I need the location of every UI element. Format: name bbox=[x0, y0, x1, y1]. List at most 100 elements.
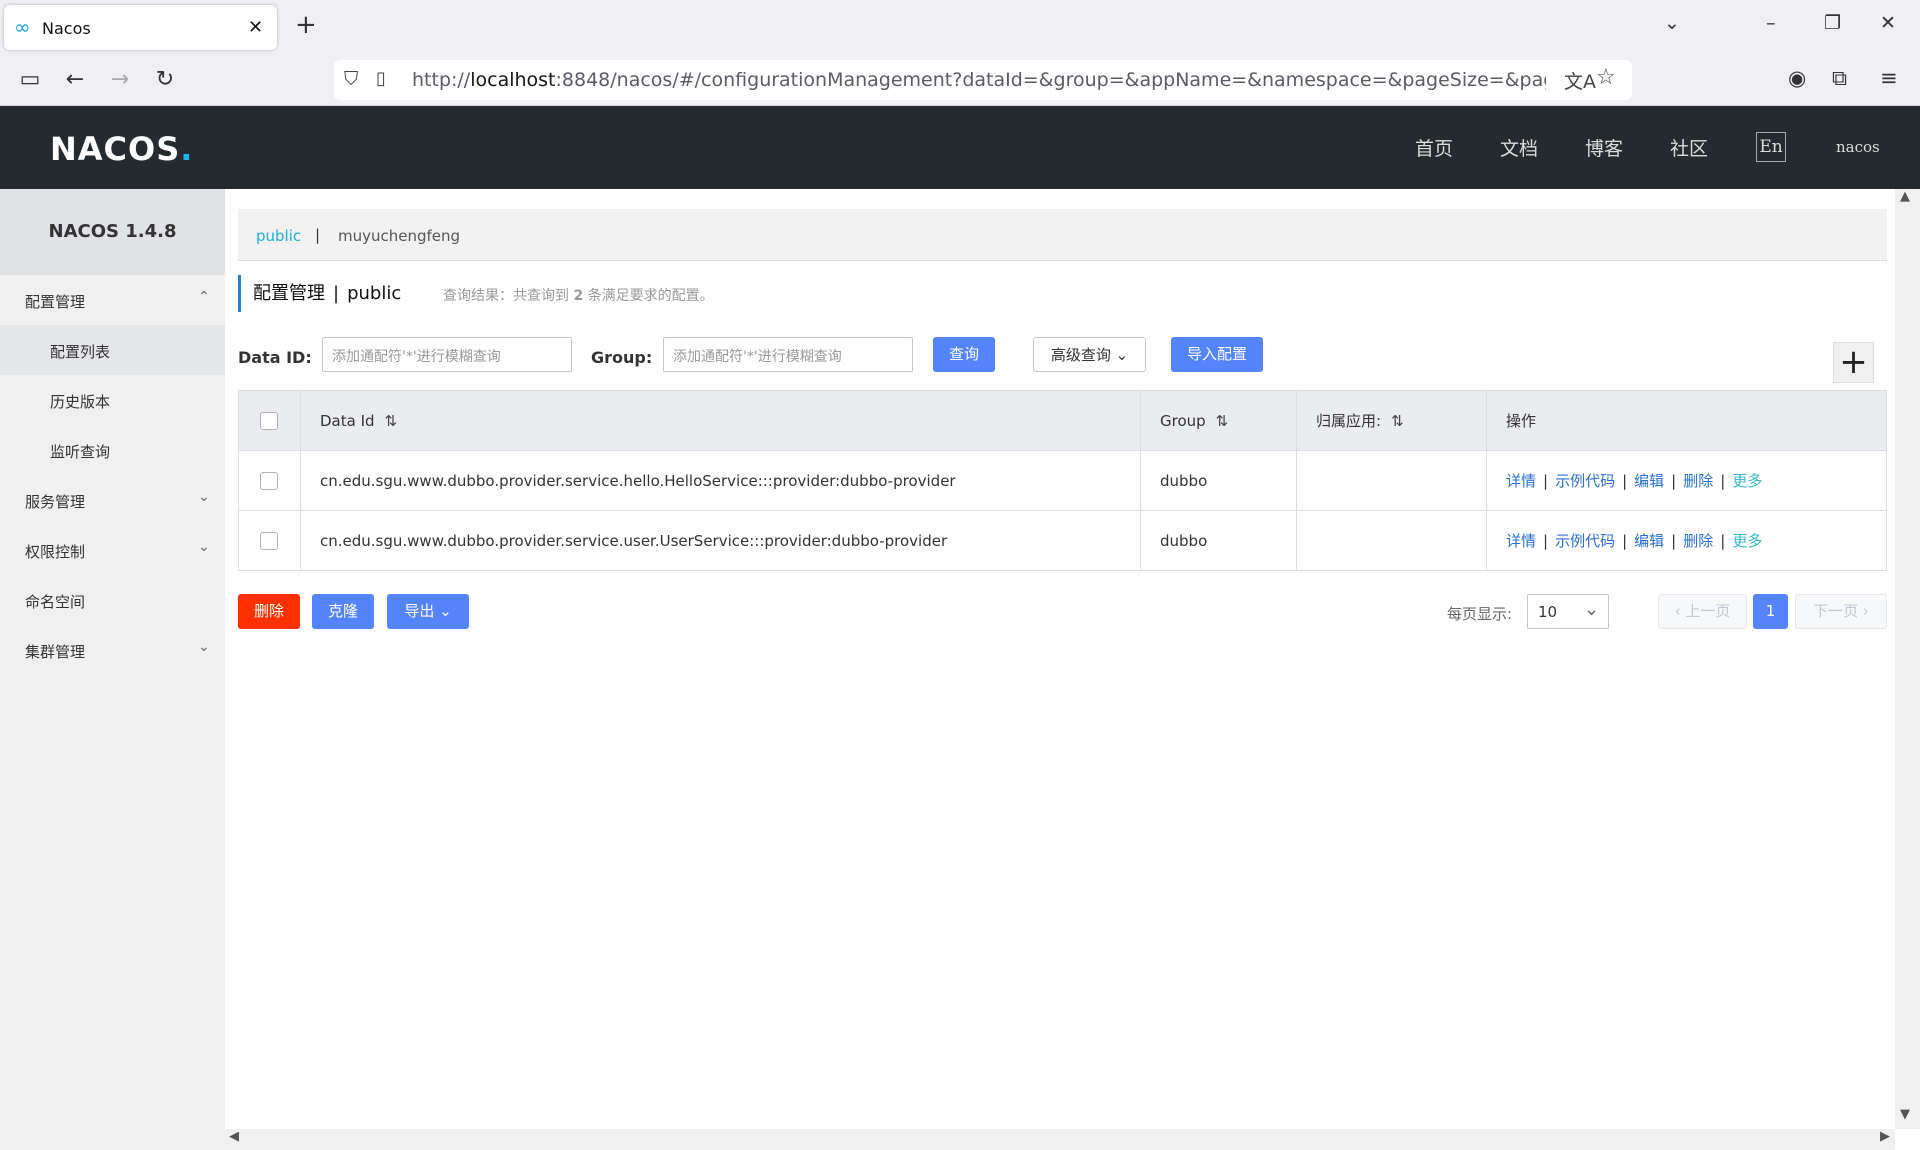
row-checkbox[interactable] bbox=[260, 531, 278, 550]
reload-icon[interactable]: ↻ bbox=[151, 66, 179, 94]
add-config-button[interactable]: + bbox=[1833, 342, 1874, 383]
scroll-down-icon[interactable]: ▼ bbox=[1900, 1107, 1910, 1122]
edit-link[interactable]: 编辑 bbox=[1634, 532, 1664, 550]
header-data-id[interactable]: Data Id ⇅ bbox=[300, 390, 1141, 451]
sidebar-item-history[interactable]: 历史版本 bbox=[0, 375, 225, 425]
restore-icon[interactable]: ❐ bbox=[1824, 12, 1841, 34]
more-link[interactable]: 更多 bbox=[1732, 472, 1762, 490]
url-text[interactable]: http://localhost:8848/nacos/#/configurat… bbox=[412, 69, 1546, 91]
tab-strip: ∞ Nacos ✕ + ⌄ – ❐ ✕ bbox=[0, 0, 1920, 54]
bookmark-star-icon[interactable]: ☆ bbox=[1596, 65, 1616, 90]
sample-code-link[interactable]: 示例代码 bbox=[1555, 472, 1615, 490]
data-id-cell: cn.edu.sgu.www.dubbo.provider.service.he… bbox=[300, 450, 1141, 511]
menu-icon[interactable]: ≡ bbox=[1880, 66, 1898, 90]
scroll-left-icon[interactable]: ◀ bbox=[229, 1129, 239, 1144]
header-group-label: Group bbox=[1160, 411, 1206, 430]
language-toggle-button[interactable]: En bbox=[1756, 132, 1786, 162]
sidebar-version-title: NACOS 1.4.8 bbox=[0, 189, 225, 275]
namespace-public[interactable]: public bbox=[256, 227, 301, 245]
bulk-export-button[interactable]: 导出 ⌄ bbox=[387, 594, 469, 629]
dataid-input[interactable]: 添加通配符'*'进行模糊查询 bbox=[322, 337, 572, 372]
query-result-suffix: 条满足要求的配置。 bbox=[587, 288, 714, 304]
sidebar-item-service-management[interactable]: 服务管理 ⌄ bbox=[0, 475, 225, 525]
sample-code-link[interactable]: 示例代码 bbox=[1555, 532, 1615, 550]
sidebar-item-access-control[interactable]: 权限控制 ⌄ bbox=[0, 525, 225, 575]
next-page-button[interactable]: 下一页 › bbox=[1795, 594, 1887, 629]
sidebar-item-namespace[interactable]: 命名空间 bbox=[0, 575, 225, 625]
operations-cell: 详情 | 示例代码 | 编辑 | 删除 | 更多 bbox=[1486, 450, 1887, 511]
row-checkbox[interactable] bbox=[260, 471, 278, 490]
sidebar-item-config-management[interactable]: 配置管理 ⌃ bbox=[0, 275, 225, 325]
new-tab-button[interactable]: + bbox=[295, 12, 317, 38]
import-config-button[interactable]: 导入配置 bbox=[1171, 337, 1263, 372]
tab-nacos[interactable]: ∞ Nacos ✕ bbox=[4, 5, 277, 50]
sidebar-item-listener-query[interactable]: 监听查询 bbox=[0, 425, 225, 475]
page-size-select[interactable]: 10 ⌄ bbox=[1527, 594, 1609, 629]
nav-home[interactable]: 首页 bbox=[1415, 134, 1453, 161]
detail-link[interactable]: 详情 bbox=[1506, 472, 1536, 490]
sort-icon[interactable]: ⇅ bbox=[1391, 412, 1404, 430]
extensions-icon[interactable]: ⧉ bbox=[1832, 66, 1847, 91]
header-group[interactable]: Group ⇅ bbox=[1140, 390, 1297, 451]
prev-page-button[interactable]: ‹ 上一页 bbox=[1658, 594, 1747, 629]
chevron-left-icon: ‹ bbox=[1674, 602, 1681, 620]
nacos-logo[interactable]: NACOS. bbox=[50, 130, 193, 168]
vertical-scrollbar[interactable]: ▲ ▼ bbox=[1895, 189, 1920, 1129]
select-all-checkbox[interactable] bbox=[260, 411, 278, 430]
translate-icon[interactable]: 文A bbox=[1564, 67, 1596, 94]
page-number-button[interactable]: 1 bbox=[1753, 594, 1788, 629]
nav-docs[interactable]: 文档 bbox=[1500, 134, 1538, 161]
nav-community[interactable]: 社区 bbox=[1670, 134, 1708, 161]
advanced-query-button[interactable]: 高级查询 ⌄ bbox=[1033, 337, 1146, 372]
query-button[interactable]: 查询 bbox=[933, 337, 995, 372]
dataid-label: Data ID: bbox=[238, 348, 312, 367]
more-link[interactable]: 更多 bbox=[1732, 532, 1762, 550]
account-icon[interactable]: ◉ bbox=[1788, 66, 1806, 90]
header-app-label: 归属应用: bbox=[1316, 412, 1382, 430]
horizontal-scrollbar[interactable]: ◀ ▶ bbox=[225, 1129, 1895, 1150]
nav-blog[interactable]: 博客 bbox=[1585, 134, 1623, 161]
action-separator: | bbox=[1543, 532, 1549, 550]
page-title: 配置管理 | public 查询结果：共查询到 2 条满足要求的配置。 bbox=[238, 275, 714, 312]
sort-icon[interactable]: ⇅ bbox=[1216, 412, 1229, 430]
delete-link[interactable]: 删除 bbox=[1683, 532, 1713, 550]
minimize-icon[interactable]: – bbox=[1766, 12, 1776, 34]
back-icon[interactable]: ← bbox=[61, 66, 89, 94]
close-window-icon[interactable]: ✕ bbox=[1880, 12, 1896, 34]
bulk-clone-button[interactable]: 克隆 bbox=[312, 594, 374, 629]
scroll-up-icon[interactable]: ▲ bbox=[1900, 189, 1910, 204]
sidebar-toggle-icon[interactable]: ▭ bbox=[16, 66, 44, 94]
url-bar[interactable]: ⛉ ▯ http://localhost:8848/nacos/#/config… bbox=[334, 60, 1632, 100]
advanced-query-label: 高级查询 bbox=[1050, 346, 1111, 364]
detail-link[interactable]: 详情 bbox=[1506, 532, 1536, 550]
select-all-cell bbox=[238, 390, 301, 451]
header-operations: 操作 bbox=[1486, 390, 1887, 451]
page-icon[interactable]: ▯ bbox=[376, 68, 386, 89]
sidebar-item-label: 命名空间 bbox=[25, 593, 86, 611]
action-separator: | bbox=[1622, 532, 1628, 550]
action-separator: | bbox=[1720, 532, 1726, 550]
forward-icon[interactable]: → bbox=[106, 66, 134, 94]
query-result-prefix: 查询结果：共查询到 bbox=[443, 288, 569, 304]
edit-link[interactable]: 编辑 bbox=[1634, 472, 1664, 490]
table-header-row: Data Id ⇅ Group ⇅ 归属应用: ⇅ 操作 bbox=[238, 390, 1887, 451]
sort-icon[interactable]: ⇅ bbox=[385, 412, 398, 430]
group-cell: dubbo bbox=[1140, 510, 1297, 571]
group-input[interactable]: 添加通配符'*'进行模糊查询 bbox=[663, 337, 913, 372]
config-table: Data Id ⇅ Group ⇅ 归属应用: ⇅ 操作 cn.edu.sgu.www… bbox=[238, 390, 1887, 571]
shield-icon[interactable]: ⛉ bbox=[344, 68, 358, 90]
action-separator: | bbox=[1671, 532, 1677, 550]
bulk-delete-button[interactable]: 删除 bbox=[238, 594, 300, 629]
namespace-muyuchengfeng[interactable]: muyuchengfeng bbox=[338, 227, 460, 245]
sidebar-item-config-list[interactable]: 配置列表 bbox=[0, 325, 225, 375]
prev-page-label: 上一页 bbox=[1685, 602, 1731, 620]
sidebar-item-cluster-management[interactable]: 集群管理 ⌄ bbox=[0, 625, 225, 675]
table-row: cn.edu.sgu.www.dubbo.provider.service.he… bbox=[238, 450, 1887, 511]
list-tabs-icon[interactable]: ⌄ bbox=[1664, 12, 1680, 34]
chevron-down-icon: ⌄ bbox=[1584, 599, 1600, 620]
scroll-right-icon[interactable]: ▶ bbox=[1880, 1129, 1890, 1144]
user-name[interactable]: nacos bbox=[1836, 138, 1880, 156]
header-app[interactable]: 归属应用: ⇅ bbox=[1296, 390, 1487, 451]
delete-link[interactable]: 删除 bbox=[1683, 472, 1713, 490]
close-tab-icon[interactable]: ✕ bbox=[248, 17, 263, 38]
